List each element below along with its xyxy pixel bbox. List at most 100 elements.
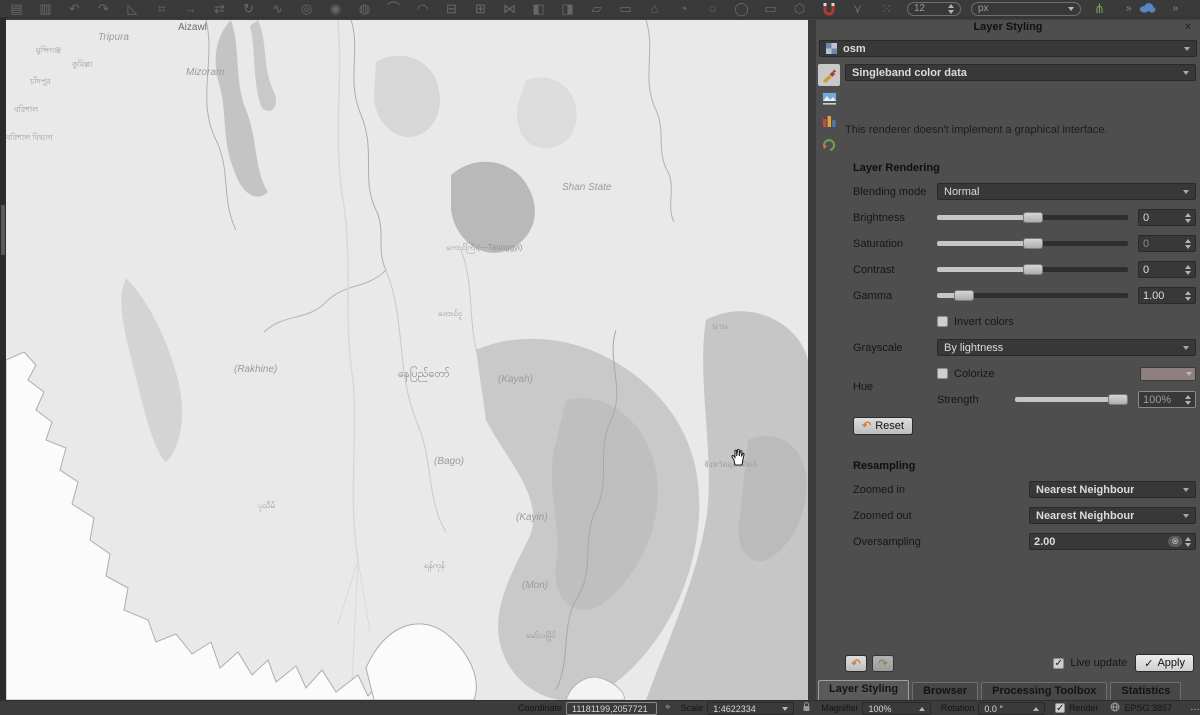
fill-ring-icon[interactable]: ◍ — [356, 1, 373, 17]
tab-browser[interactable]: Browser — [912, 682, 978, 700]
rotation-spinbox[interactable]: 0.0 ° — [978, 702, 1045, 715]
vertex-tool-icon[interactable]: ⌗ — [153, 1, 170, 17]
strength-spinbox[interactable]: 100% — [1138, 391, 1196, 408]
coordinate-capture-icon[interactable]: ⌖ — [665, 702, 671, 713]
brightness-slider[interactable] — [937, 209, 1128, 226]
rectangle-icon[interactable]: ▭ — [762, 1, 779, 17]
snapping-unit-dropdown[interactable]: px — [971, 2, 1081, 16]
toolbar-overflow-chevron[interactable]: » — [1126, 3, 1132, 14]
tab-histogram[interactable] — [818, 110, 840, 132]
reset-button[interactable]: ↶ Reset — [853, 417, 913, 435]
merge-features-icon[interactable]: ⋈ — [501, 1, 518, 17]
messages-button[interactable]: … — [1190, 702, 1200, 713]
ellipse-icon[interactable]: ◯ — [733, 1, 750, 17]
brightness-spinbox[interactable]: 0 — [1138, 209, 1196, 226]
status-bar: Coordinate 11181199,2057721 ⌖ Scale 1:46… — [0, 700, 1200, 715]
tab-symbology[interactable] — [818, 64, 840, 86]
zoomed-in-dropdown[interactable]: Nearest Neighbour — [1029, 481, 1196, 498]
dock-handle[interactable] — [1, 205, 5, 255]
check-icon: ✓ — [1144, 657, 1153, 670]
layer-selector[interactable]: osm — [819, 40, 1197, 57]
renderer-note: This renderer doesn't implement a graphi… — [845, 124, 1196, 136]
live-update-checkbox[interactable]: ✓ — [1053, 658, 1064, 669]
crs-globe-icon[interactable] — [1110, 702, 1120, 715]
gamma-spinbox[interactable]: 1.00 — [1138, 287, 1196, 304]
close-icon[interactable]: × — [1182, 20, 1194, 35]
undo-icon: ↶ — [851, 657, 860, 670]
renderer-value: Singleband color data — [852, 67, 967, 79]
redo-icon[interactable]: ↷ — [95, 1, 112, 17]
multiedit-icon[interactable]: ⌂ — [646, 1, 663, 17]
merge-attributes-icon[interactable]: ◧ — [530, 1, 547, 17]
renderer-dropdown[interactable]: Singleband color data — [845, 64, 1196, 81]
snapping-tolerance-spinner[interactable]: 12 — [907, 2, 961, 16]
dock-tabs: Layer Styling Browser Processing Toolbox… — [818, 678, 1184, 700]
undo-icon[interactable]: ↶ — [66, 1, 83, 17]
grayscale-dropdown[interactable]: By lightness — [937, 339, 1196, 356]
active-layer-name: osm — [843, 43, 866, 55]
apply-button[interactable]: ✓ Apply — [1135, 654, 1194, 672]
strength-slider[interactable] — [1015, 391, 1128, 408]
brightness-label: Brightness — [853, 212, 937, 224]
crs-value[interactable]: EPSG:3857 — [1124, 703, 1172, 713]
snapping-magnet-icon[interactable] — [820, 1, 837, 17]
move-feature-icon[interactable]: → — [182, 1, 199, 17]
redo-icon: ↷ — [878, 657, 887, 670]
tab-history[interactable] — [818, 133, 840, 155]
rotate-feature-icon[interactable]: ↻ — [240, 1, 257, 17]
circular-string-icon[interactable]: ◔ — [675, 1, 692, 17]
tab-statistics[interactable]: Statistics — [1110, 682, 1181, 700]
delete-ring-icon[interactable]: ▱ — [588, 1, 605, 17]
scale-dropdown[interactable]: 1:4622334 — [707, 702, 794, 715]
redo-style-button[interactable]: ↷ — [872, 655, 894, 672]
saturation-spinbox[interactable]: 0 — [1138, 235, 1196, 252]
scale-label: Scale — [681, 703, 704, 713]
strength-label: Strength — [937, 394, 1015, 406]
contrast-spinbox[interactable]: 0 — [1138, 261, 1196, 278]
lock-scale-icon[interactable] — [802, 702, 811, 715]
reshape-features-icon[interactable]: ⌒ — [385, 1, 402, 17]
simplify-feature-icon[interactable]: ∿ — [269, 1, 286, 17]
colorize-color-swatch[interactable] — [1140, 367, 1196, 381]
clear-value-icon[interactable]: ⊗ — [1168, 536, 1182, 547]
render-checkbox[interactable]: ✓ — [1055, 703, 1065, 713]
offset-curve-icon[interactable]: ◠ — [414, 1, 431, 17]
saturation-slider[interactable] — [937, 235, 1128, 252]
topological-editing-icon[interactable]: ⋎ — [849, 1, 866, 17]
contrast-label: Contrast — [853, 264, 937, 276]
tab-transparency[interactable] — [818, 87, 840, 109]
tab-layer-styling[interactable]: Layer Styling — [818, 680, 909, 700]
delete-part-icon[interactable]: ▭ — [617, 1, 634, 17]
invert-colors-checkbox[interactable] — [937, 316, 948, 327]
blending-mode-dropdown[interactable]: Normal — [937, 183, 1196, 200]
magnifier-spinbox[interactable]: 100% — [862, 702, 930, 715]
copy-move-feature-icon[interactable]: ⇄ — [211, 1, 228, 17]
add-part-icon[interactable]: ◉ — [327, 1, 344, 17]
circle-icon[interactable]: ○ — [704, 1, 721, 17]
oversampling-spinbox[interactable]: 2.00 ⊗ — [1029, 533, 1196, 550]
render-label: Render — [1069, 703, 1099, 713]
zoomed-out-dropdown[interactable]: Nearest Neighbour — [1029, 507, 1196, 524]
regular-polygon-icon[interactable]: ⬡ — [791, 1, 808, 17]
snapping-options-icon[interactable]: ⁙ — [878, 1, 895, 17]
colorize-checkbox[interactable] — [937, 368, 948, 379]
coordinate-field[interactable]: 11181199,2057721 — [566, 702, 657, 715]
add-ring-icon[interactable]: ◎ — [298, 1, 315, 17]
map-canvas[interactable]: AizawlTripuraMizoramমুন্সিগঞ্জকুমিল্লাচা… — [6, 20, 808, 700]
gamma-slider[interactable] — [937, 287, 1128, 304]
tracing-icon[interactable]: ⋔ — [1091, 1, 1108, 17]
print-layout-icon[interactable]: ▤ — [8, 1, 25, 17]
chevron-down-icon — [1183, 71, 1189, 75]
tab-processing-toolbox[interactable]: Processing Toolbox — [981, 682, 1107, 700]
trim-extend-icon[interactable]: ◨ — [559, 1, 576, 17]
cloud-icon[interactable] — [1138, 1, 1155, 17]
toolbar-overflow-chevron-2[interactable]: » — [1173, 3, 1179, 14]
contrast-slider[interactable] — [937, 261, 1128, 278]
split-features-icon[interactable]: ⊟ — [443, 1, 460, 17]
main-toolbar: ▤ ▥ ↶ ↷ ◺ ⌗ → ⇄ ↻ ∿ ◎ ◉ ◍ ⌒ ◠ ⊟ ⊞ ⋈ ◧ ◨ ▱ ▭ ⌂ ◔ ○ ◯ ▭ ⬡ ⋎ ⁙ 12 px ⋔… — [0, 0, 1200, 18]
measure-icon[interactable]: ◺ — [124, 1, 141, 17]
show-forms-icon[interactable]: ▥ — [37, 1, 54, 17]
split-parts-icon[interactable]: ⊞ — [472, 1, 489, 17]
undo-style-button[interactable]: ↶ — [845, 655, 867, 672]
rotation-label: Rotation — [941, 703, 975, 713]
